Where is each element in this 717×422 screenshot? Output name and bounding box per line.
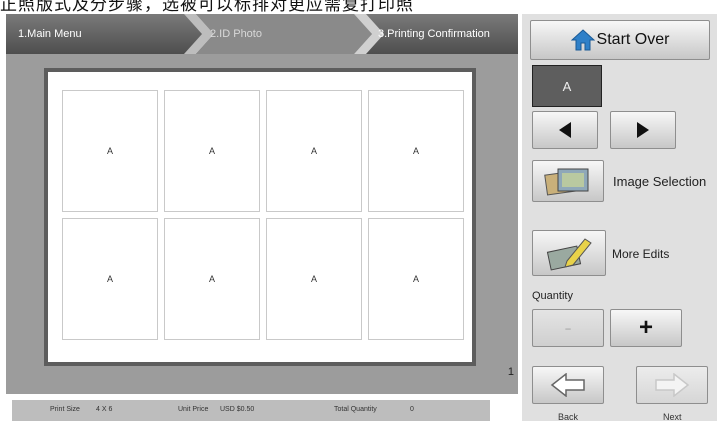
photo-slot[interactable]: A — [368, 90, 464, 212]
total-quantity-value: 0 — [410, 406, 414, 413]
print-preview-area: A A A A A A A A 1 — [6, 54, 518, 394]
print-size-label: Print Size — [50, 406, 80, 413]
more-edits-label: More Edits — [612, 247, 670, 261]
breadcrumb: 1.Main Menu 2.ID Photo 3.Printing Confir… — [6, 14, 518, 54]
status-bar: Print Size 4 X 6 Unit Price USD $0.50 To… — [12, 400, 490, 421]
photo-sheet: A A A A A A A A — [44, 68, 476, 366]
triangle-right-icon — [637, 122, 649, 138]
arrow-right-icon — [655, 373, 690, 397]
edit-pen-icon — [546, 238, 592, 271]
quantity-increase-button[interactable]: + — [610, 309, 682, 347]
quantity-decrease-button[interactable]: - — [532, 309, 604, 347]
previous-button[interactable] — [532, 111, 598, 149]
back-button[interactable] — [532, 366, 604, 404]
more-edits-button[interactable] — [532, 230, 606, 276]
photo-slot[interactable]: A — [164, 90, 260, 212]
photo-slot[interactable]: A — [164, 218, 260, 340]
breadcrumb-step-printing-confirmation[interactable]: 3.Printing Confirmation — [378, 14, 490, 54]
photos-icon — [544, 168, 589, 196]
page-number: 1 — [507, 366, 514, 378]
photo-slot[interactable]: A — [62, 90, 158, 212]
image-selection-button[interactable] — [532, 160, 604, 202]
unit-price-label: Unit Price — [178, 406, 209, 413]
next-photo-button[interactable] — [610, 111, 676, 149]
next-button[interactable] — [636, 366, 708, 404]
unit-price-value: USD $0.50 — [220, 406, 255, 413]
start-over-button[interactable]: Start Over — [530, 20, 710, 60]
arrow-left-icon — [550, 373, 585, 397]
print-size-value: 4 X 6 — [96, 406, 113, 413]
photo-slot[interactable]: A — [62, 218, 158, 340]
triangle-left-icon — [559, 122, 571, 138]
selected-photo-tile[interactable]: A — [532, 65, 602, 107]
breadcrumb-step-main-menu[interactable]: 1.Main Menu — [18, 14, 82, 54]
photo-slot[interactable]: A — [368, 218, 464, 340]
image-selection-label: Image Selection — [613, 174, 707, 189]
control-panel: Start Over A Image Selection More Edits … — [522, 14, 717, 422]
quantity-label: Quantity — [532, 290, 573, 302]
photo-grid: A A A A A A A A — [62, 90, 464, 340]
home-icon — [571, 29, 595, 51]
total-quantity-label: Total Quantity — [334, 406, 377, 413]
start-over-label: Start Over — [596, 31, 670, 48]
breadcrumb-step-id-photo[interactable]: 2.ID Photo — [210, 14, 262, 54]
photo-slot[interactable]: A — [266, 218, 362, 340]
photo-slot[interactable]: A — [266, 90, 362, 212]
instruction-caption: 正照版式及分步骤，选被可以标排对更应需复打印照 — [0, 0, 717, 12]
